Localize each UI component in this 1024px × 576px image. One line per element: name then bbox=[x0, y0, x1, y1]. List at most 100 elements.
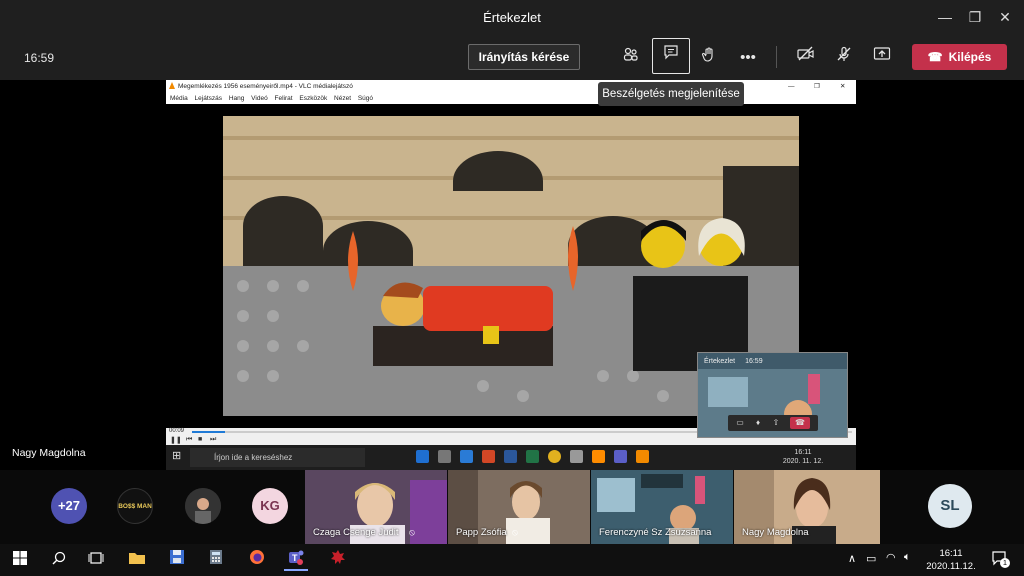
small-clock: 16:11 2020. 11. 12. bbox=[778, 448, 828, 466]
vlc-minimize-button[interactable]: — bbox=[788, 80, 795, 93]
small-office-icon bbox=[592, 450, 605, 463]
participant-name: Czaga Csenge Judit bbox=[313, 527, 399, 538]
window-title: Értekezlet bbox=[483, 10, 541, 25]
vlc-menu-help[interactable]: Súgó bbox=[358, 95, 373, 102]
participant-name: Nagy Magdolna bbox=[742, 527, 809, 538]
chat-icon[interactable] bbox=[652, 38, 690, 74]
notification-count: 1 bbox=[1000, 558, 1010, 568]
vlc-playback-time: 00:09 bbox=[169, 428, 185, 434]
stop-icon[interactable]: ■ bbox=[198, 436, 202, 443]
small-teams-icon bbox=[614, 450, 627, 463]
small-store-icon bbox=[438, 450, 451, 463]
participant-tile[interactable]: Papp Zsófia ⦸ bbox=[448, 470, 590, 544]
mini-mic-icon[interactable]: ♦ bbox=[752, 417, 764, 429]
save-disk-icon[interactable] bbox=[165, 549, 189, 571]
participant-name: Ferenczyné Sz Zsuzsanna bbox=[599, 527, 712, 538]
vlc-menu-video[interactable]: Videó bbox=[251, 95, 268, 102]
windows-start-icon[interactable] bbox=[8, 549, 32, 571]
participant-tile[interactable]: Ferenczyné Sz Zsuzsanna bbox=[591, 470, 733, 544]
leave-label: Kilépés bbox=[948, 50, 992, 64]
participant-tile[interactable]: Czaga Csenge Judit ⦸ bbox=[305, 470, 447, 544]
share-tray-icon[interactable] bbox=[868, 44, 896, 72]
small-start-icon: ⊞ bbox=[172, 450, 182, 462]
mini-window-time: 16:59 bbox=[745, 358, 763, 365]
leave-button[interactable]: ☎ Kilépés bbox=[912, 44, 1007, 70]
toolbar-divider bbox=[776, 46, 777, 68]
next-icon[interactable]: ⏭ bbox=[210, 436, 216, 444]
participant-name: Papp Zsófia bbox=[456, 527, 507, 538]
vlc-close-button[interactable]: ✕ bbox=[840, 80, 845, 93]
small-powerpoint-icon bbox=[482, 450, 495, 463]
shared-windows-taskbar: ⊞ Írjon ide a kereséshez 16:11 2020. 11.… bbox=[166, 445, 856, 470]
windows-taskbar: T ∧ ▭ ◠ 🔈︎ 16:11 2020.11.12. 1 bbox=[0, 544, 1024, 576]
file-explorer-icon[interactable] bbox=[125, 549, 149, 571]
search-icon[interactable] bbox=[47, 549, 71, 571]
vlc-menu-media[interactable]: Média bbox=[170, 95, 188, 102]
meeting-elapsed-time: 16:59 bbox=[24, 51, 55, 65]
app-icon[interactable] bbox=[326, 549, 350, 571]
calculator-icon[interactable] bbox=[204, 549, 228, 571]
mic-off-icon: ⦸ bbox=[512, 527, 518, 537]
vlc-menu-tools[interactable]: Eszközök bbox=[299, 95, 327, 102]
pause-icon[interactable]: ❚❚ bbox=[170, 436, 182, 444]
small-edge-icon bbox=[416, 450, 429, 463]
meeting-toolbar: 16:59 Irányítás kérése ••• ☎ Kilépés bbox=[0, 34, 1024, 80]
request-control-button[interactable]: Irányítás kérése bbox=[468, 44, 580, 70]
volume-icon[interactable]: 🔈︎ bbox=[904, 551, 911, 564]
taskbar-date: 2020.11.12. bbox=[926, 561, 976, 572]
show-hidden-icons-icon[interactable]: ∧ bbox=[848, 552, 856, 565]
small-photos-icon bbox=[570, 450, 583, 463]
small-excel-icon bbox=[526, 450, 539, 463]
participants-icon[interactable] bbox=[617, 44, 645, 72]
prev-icon[interactable]: ⏮ bbox=[186, 436, 192, 444]
battery-icon[interactable]: ▭ bbox=[866, 552, 876, 565]
small-word-icon bbox=[504, 450, 517, 463]
mic-off-icon: ⦸ bbox=[409, 527, 415, 537]
vlc-cone-icon bbox=[169, 82, 175, 89]
mini-camera-icon[interactable]: ▭ bbox=[734, 417, 746, 429]
small-chrome-icon bbox=[548, 450, 561, 463]
raise-hand-icon[interactable] bbox=[695, 44, 723, 72]
small-vlc-icon bbox=[636, 450, 649, 463]
more-options-icon[interactable]: ••• bbox=[734, 44, 762, 72]
mini-call-controls: ▭ ♦ ⇧ ☎ bbox=[728, 415, 818, 431]
vlc-menu-audio[interactable]: Hang bbox=[229, 95, 245, 102]
maximize-button[interactable]: ❐ bbox=[964, 6, 986, 28]
task-view-icon[interactable] bbox=[84, 549, 108, 571]
mini-meeting-window: Értekezlet 16:59 ▭ ♦ ⇧ ☎ bbox=[697, 352, 848, 438]
taskbar-time: 16:11 bbox=[939, 548, 963, 559]
mini-share-icon[interactable]: ⇧ bbox=[770, 417, 782, 429]
vlc-title-bar: Megemlékezés 1956 eseményeiről.mp4 - VLC… bbox=[166, 80, 856, 93]
avatar-kg[interactable]: KG bbox=[252, 488, 288, 524]
minimize-button[interactable]: — bbox=[934, 6, 956, 28]
vlc-window-title: Megemlékezés 1956 eseményeiről.mp4 - VLC… bbox=[178, 83, 353, 90]
participants-strip: +27 BO$$ MAN KG Czaga Csenge Judit ⦸ Pap… bbox=[0, 470, 1024, 544]
vlc-menu-subtitle[interactable]: Felirat bbox=[275, 95, 293, 102]
participant-tile[interactable]: Nagy Magdolna bbox=[734, 470, 880, 544]
chat-tooltip: Beszélgetés megjelenítése bbox=[598, 82, 744, 106]
seek-progress bbox=[192, 431, 225, 433]
teams-icon[interactable]: T bbox=[284, 549, 308, 571]
small-clock-time: 16:11 bbox=[794, 449, 812, 456]
presenter-name: Nagy Magdolna bbox=[12, 447, 86, 459]
vlc-menu-bar: Média Lejátszás Hang Videó Felirat Eszkö… bbox=[166, 93, 856, 104]
hangup-icon: ☎ bbox=[927, 50, 943, 64]
vlc-menu-view[interactable]: Nézet bbox=[334, 95, 351, 102]
taskbar-clock[interactable]: 16:11 2020.11.12. bbox=[918, 547, 984, 573]
firefox-icon[interactable] bbox=[245, 549, 269, 571]
avatar-boss-man[interactable]: BO$$ MAN bbox=[117, 488, 153, 524]
avatar-photo[interactable] bbox=[185, 488, 221, 524]
mini-hangup-icon[interactable]: ☎ bbox=[790, 417, 810, 429]
notifications-icon[interactable]: 1 bbox=[991, 550, 1010, 568]
overflow-participants-button[interactable]: +27 bbox=[51, 488, 87, 524]
title-bar: Értekezlet — ❐ ✕ bbox=[0, 0, 1024, 34]
small-mail-icon bbox=[460, 450, 473, 463]
close-button[interactable]: ✕ bbox=[994, 6, 1016, 28]
wifi-icon[interactable]: ◠ bbox=[886, 551, 896, 564]
camera-off-icon[interactable] bbox=[792, 44, 820, 72]
vlc-menu-playback[interactable]: Lejátszás bbox=[195, 95, 222, 102]
vlc-maximize-button[interactable]: ❐ bbox=[814, 80, 820, 93]
mic-off-icon[interactable] bbox=[830, 44, 858, 72]
avatar-sl[interactable]: SL bbox=[928, 484, 972, 528]
small-clock-date: 2020. 11. 12. bbox=[782, 458, 824, 465]
